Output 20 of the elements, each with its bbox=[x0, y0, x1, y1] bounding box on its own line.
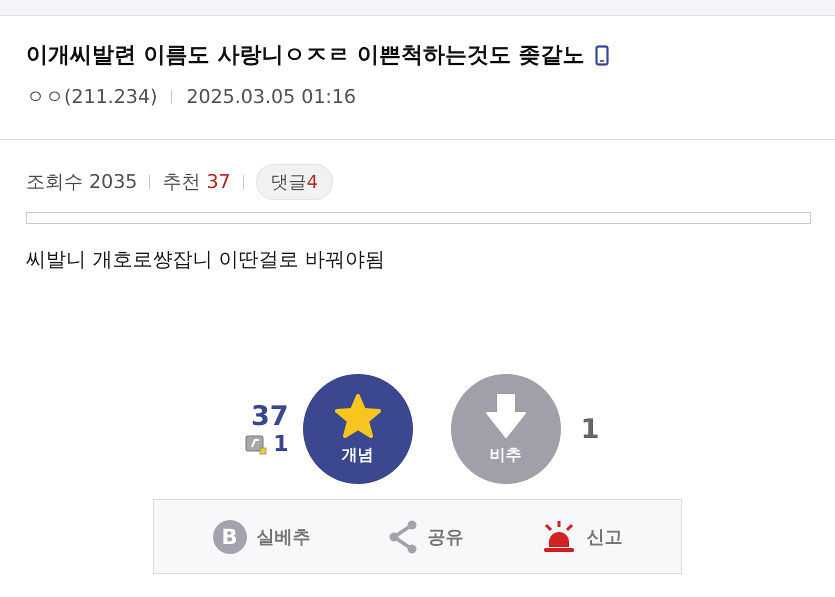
best-icon: B bbox=[212, 520, 246, 554]
report-button[interactable]: 신고 bbox=[540, 520, 622, 554]
upvote-button[interactable]: 개념 bbox=[302, 374, 413, 484]
share-button[interactable]: 공유 bbox=[388, 520, 464, 554]
downvote-count: 1 bbox=[580, 414, 600, 444]
recommend-best-button[interactable]: B 실베추 bbox=[212, 520, 310, 554]
author-name: ㅇㅇ(211.234) bbox=[26, 85, 158, 110]
down-arrow-icon bbox=[484, 392, 527, 438]
star-icon bbox=[334, 392, 382, 438]
comment-button[interactable]: 댓글4 bbox=[256, 164, 334, 200]
share-icon bbox=[388, 520, 418, 554]
post-title: 이개씨발련 이름도 사랑니ㅇㅈㄹ 이쁜척하는것도 좆같노 bbox=[26, 42, 585, 70]
post-date: 2025.03.05 01:16 bbox=[186, 86, 356, 108]
recommend-count: 추천 37 bbox=[162, 170, 231, 195]
view-count: 조회수 2035 bbox=[26, 170, 138, 195]
fixed-user-icon bbox=[245, 434, 268, 454]
fixed-upvote-count: 1 bbox=[273, 432, 289, 457]
downvote-button[interactable]: 비추 bbox=[450, 374, 561, 484]
post-text: 씨발니 개호로썅잡니 이딴걸로 바꿔야됨 bbox=[26, 246, 386, 273]
upvote-count: 37 bbox=[251, 401, 289, 432]
